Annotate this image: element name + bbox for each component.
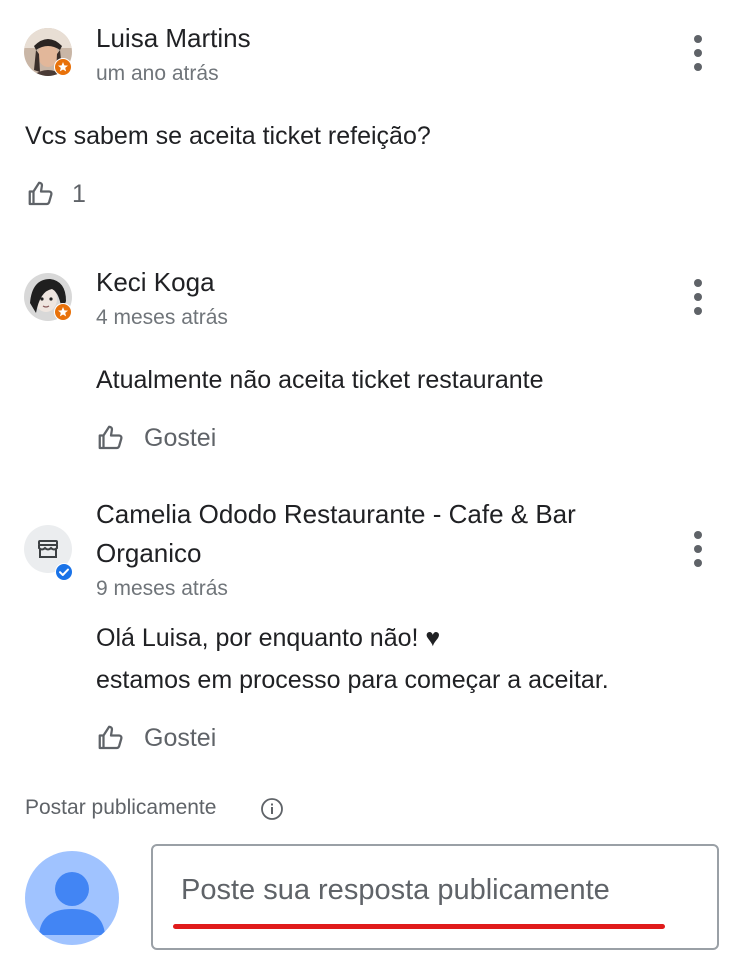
owner-name-line1[interactable]: Camelia Ododo Restaurante - Cafe & Bar	[96, 499, 576, 529]
owner-answer-like-label: Gostei	[144, 723, 217, 752]
owner-answer-text-line2: estamos em processo para começar a aceit…	[96, 666, 609, 694]
thumbs-up-icon	[98, 425, 123, 450]
local-guide-badge-icon	[54, 58, 72, 76]
thumbs-up-icon	[98, 725, 123, 750]
answer-more-options-icon[interactable]	[682, 275, 714, 319]
thumbs-up-icon	[28, 181, 53, 206]
local-guide-badge-icon	[54, 303, 72, 321]
verified-badge-icon	[55, 563, 73, 581]
question-like-button[interactable]: 1	[26, 174, 86, 214]
post-publicly-label: Postar publicamente	[25, 796, 217, 819]
question-timestamp: um ano atrás	[96, 62, 219, 85]
owner-answer-timestamp: 9 meses atrás	[96, 577, 228, 600]
info-icon[interactable]	[260, 797, 284, 821]
question-author-name[interactable]: Luisa Martins	[96, 23, 251, 53]
answer-text: Atualmente não aceita ticket restaurante	[96, 366, 544, 394]
answer-like-label: Gostei	[144, 423, 217, 452]
current-user-avatar	[25, 851, 119, 945]
question-more-options-icon[interactable]	[682, 31, 714, 75]
red-underline-annotation	[173, 924, 665, 929]
answer-timestamp: 4 meses atrás	[96, 306, 228, 329]
person-icon	[39, 872, 105, 935]
owner-more-options-icon[interactable]	[682, 527, 714, 571]
question-like-count: 1	[72, 179, 86, 208]
owner-answer-text-line1: Olá Luisa, por enquanto não! ♥	[96, 624, 441, 652]
question-text: Vcs sabem se aceita ticket refeição?	[25, 122, 431, 150]
owner-answer-like-button[interactable]: Gostei	[96, 718, 216, 758]
answer-author-name[interactable]: Keci Koga	[96, 267, 215, 297]
owner-name-line2[interactable]: Organico	[96, 538, 202, 568]
answer-like-button[interactable]: Gostei	[96, 418, 216, 458]
reply-input[interactable]	[181, 874, 681, 907]
reply-box[interactable]	[151, 844, 719, 950]
